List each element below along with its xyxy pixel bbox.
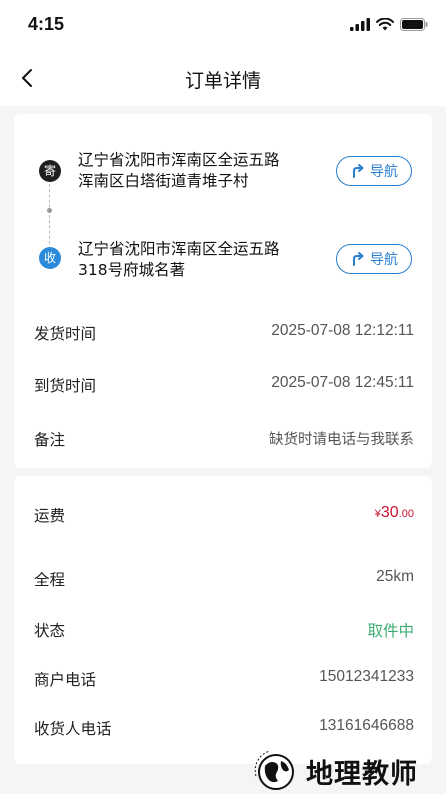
sender-navigate-label: 导航: [370, 164, 398, 180]
order-fee-card: 运费 ¥30.00 全程 25km 状态 取件中 商户电话 1501234123…: [14, 476, 432, 764]
nav-bar: 订单详情: [0, 50, 446, 106]
route-dot: [47, 208, 52, 213]
merchant-phone-row[interactable]: 商户电话 15012341233: [34, 668, 414, 690]
freight-decimal: .00: [398, 508, 414, 520]
watermark-text: 地理教师: [306, 759, 418, 790]
ship-time-row: 发货时间 2025-07-08 12:12:11: [34, 322, 414, 344]
distance-value: 25km: [376, 568, 414, 585]
signal-icon: [350, 18, 370, 31]
distance-label: 全程: [34, 571, 66, 589]
sender-navigate-button[interactable]: 导航: [336, 156, 412, 186]
receiver-navigate-label: 导航: [370, 252, 398, 268]
receiver-phone-value[interactable]: 13161646688: [319, 717, 414, 735]
receiver-badge: 收: [39, 247, 61, 269]
sender-address-line1: 辽宁省沈阳市浑南区全运五路: [78, 151, 280, 169]
navigate-arrow-icon: [353, 164, 364, 178]
freight-row: 运费 ¥30.00: [34, 504, 414, 526]
watermark: 地理教师: [250, 744, 446, 794]
page-title: 订单详情: [184, 70, 261, 92]
battery-icon: [400, 18, 428, 31]
status-icons: [350, 18, 428, 31]
order-route-card: 寄 辽宁省沈阳市浑南区全运五路 浑南区白塔街道青堆子村 导航 收 辽宁省沈阳市浑…: [14, 114, 432, 468]
status-value: 取件中: [367, 622, 414, 640]
arrival-time-label: 到货时间: [34, 377, 97, 395]
receiver-navigate-button[interactable]: 导航: [336, 244, 412, 274]
navigate-arrow-icon: [353, 252, 364, 266]
status-bar: 4:15: [0, 0, 446, 50]
status-time: 4:15: [28, 14, 65, 34]
receiver-address-line2: 318号府城名著: [78, 261, 186, 279]
freight-amount: 30: [380, 504, 399, 521]
receiver-address-line1: 辽宁省沈阳市浑南区全运五路: [78, 240, 280, 258]
remark-label: 备注: [34, 431, 66, 449]
remark-value: 缺货时请电话与我联系: [269, 432, 414, 448]
sender-badge: 寄: [39, 160, 61, 182]
receiver-phone-label: 收货人电话: [34, 720, 112, 738]
receiver-address: 辽宁省沈阳市浑南区全运五路 318号府城名著: [78, 239, 328, 281]
wifi-icon: [376, 18, 394, 31]
route-connector: [49, 184, 50, 244]
ship-time-label: 发货时间: [34, 325, 97, 343]
freight-label: 运费: [34, 507, 66, 525]
remark-row: 备注 缺货时请电话与我联系: [34, 428, 414, 450]
freight-value: ¥30.00: [375, 504, 414, 522]
status-label: 状态: [34, 622, 66, 640]
sender-address: 辽宁省沈阳市浑南区全运五路 浑南区白塔街道青堆子村: [78, 150, 328, 192]
sender-address-line2: 浑南区白塔街道青堆子村: [78, 172, 249, 190]
merchant-phone-value[interactable]: 15012341233: [319, 668, 414, 686]
arrival-time-row: 到货时间 2025-07-08 12:45:11: [34, 374, 414, 396]
arrival-time-value: 2025-07-08 12:45:11: [271, 374, 414, 391]
status-row: 状态 取件中: [34, 619, 414, 641]
ship-time-value: 2025-07-08 12:12:11: [271, 322, 414, 339]
merchant-phone-label: 商户电话: [34, 671, 97, 689]
distance-row: 全程 25km: [34, 568, 414, 590]
globe-logo-icon: [254, 750, 294, 790]
receiver-phone-row[interactable]: 收货人电话 13161646688: [34, 717, 414, 739]
